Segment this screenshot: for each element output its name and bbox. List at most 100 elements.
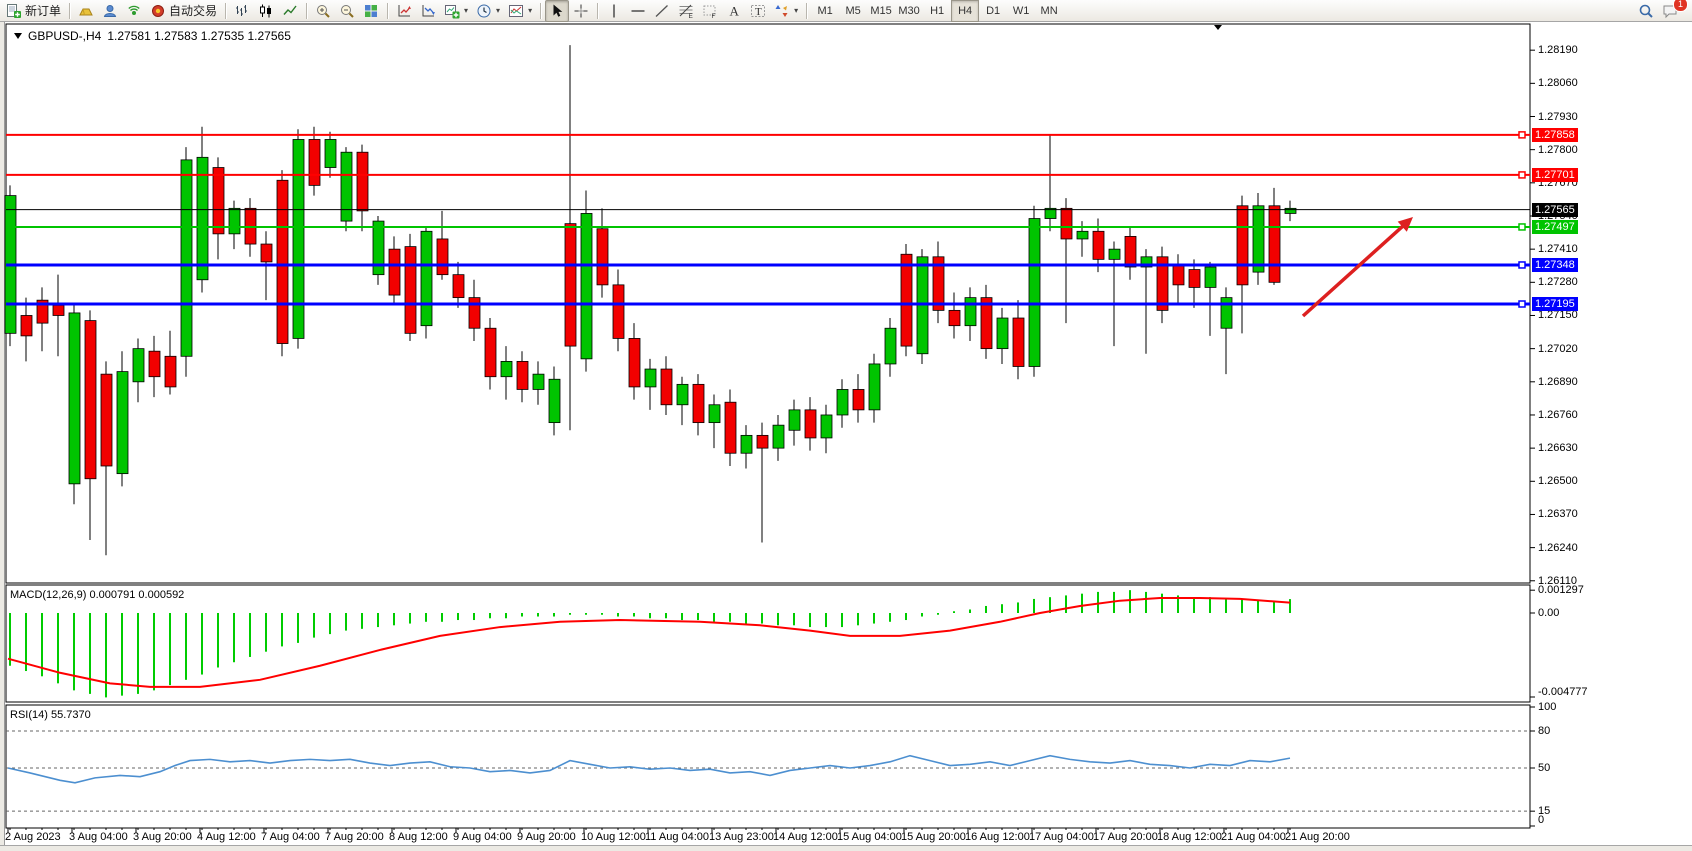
price-tick-label: 1.28190 <box>1538 44 1578 56</box>
price-badge-1.27348: 1.27348 <box>1532 258 1578 272</box>
rsi-name: RSI(14) <box>10 709 48 721</box>
svg-text:F: F <box>712 13 716 19</box>
chart-canvas[interactable] <box>0 0 1692 851</box>
svg-text:E: E <box>689 13 694 19</box>
template-icon <box>508 3 524 19</box>
toolbar-separator <box>597 3 598 19</box>
hline-icon <box>630 3 646 19</box>
new-chart-button[interactable]: ▾ <box>440 0 472 22</box>
svg-text:A: A <box>730 3 740 18</box>
toolbar-separator <box>306 3 307 19</box>
timeframe-m5-button[interactable]: M5 <box>839 0 867 22</box>
dropdown-caret-icon[interactable]: ▾ <box>496 6 500 15</box>
price-tick-label: 1.27150 <box>1538 309 1578 321</box>
search-icon <box>1638 3 1654 19</box>
price-tick-label: 1.27020 <box>1538 343 1578 355</box>
arrows-tool-button[interactable]: ▾ <box>770 0 802 22</box>
gold-button[interactable] <box>74 0 98 22</box>
community-icon <box>102 3 118 19</box>
label-tool-button[interactable]: T <box>746 0 770 22</box>
date-label: 2 Aug 2023 <box>5 831 61 843</box>
rsi-panel <box>6 705 1530 828</box>
line-chart-button[interactable] <box>278 0 302 22</box>
price-badge-1.27858: 1.27858 <box>1532 128 1578 142</box>
price-tick-label: 1.28060 <box>1538 77 1578 89</box>
gold-icon <box>78 3 94 19</box>
shapes-icon <box>774 3 790 19</box>
date-label: 13 Aug 23:00 <box>709 831 774 843</box>
date-label: 9 Aug 04:00 <box>453 831 512 843</box>
timeframe-mn-button[interactable]: MN <box>1035 0 1063 22</box>
timeframe-w1-button[interactable]: W1 <box>1007 0 1035 22</box>
date-label: 3 Aug 04:00 <box>69 831 128 843</box>
signal-button[interactable] <box>122 0 146 22</box>
rsi-label: RSI(14) 55.7370 <box>10 709 91 721</box>
rsi-tick-label: 0 <box>1538 814 1544 826</box>
dropdown-caret-icon[interactable]: ▾ <box>528 6 532 15</box>
price-tick-label: 1.26500 <box>1538 475 1578 487</box>
toolbar-separator <box>69 3 70 19</box>
price-badge-1.27195: 1.27195 <box>1532 297 1578 311</box>
timeframe-m1-button[interactable]: M1 <box>811 0 839 22</box>
price-badge-1.27497: 1.27497 <box>1532 220 1578 234</box>
indicator-list-button[interactable] <box>392 0 416 22</box>
vline-icon <box>606 3 622 19</box>
crosshair-button[interactable] <box>569 0 593 22</box>
new-order-button[interactable]: 新订单 <box>2 0 65 22</box>
chart-symbol: GBPUSD-,H4 <box>28 29 101 43</box>
autotrade-button[interactable]: 自动交易 <box>146 0 221 22</box>
candle-chart-button[interactable] <box>254 0 278 22</box>
price-tick-label: 1.26630 <box>1538 442 1578 454</box>
dropdown-caret-icon[interactable]: ▾ <box>464 6 468 15</box>
fibo-icon: E <box>678 3 694 19</box>
text-a-icon: A <box>726 3 742 19</box>
add-chart-icon <box>444 3 460 19</box>
hline-tool-button[interactable] <box>626 0 650 22</box>
macd-tick-label: -0.004777 <box>1538 686 1588 698</box>
zoom-in-button[interactable] <box>311 0 335 22</box>
trendline-tool-button[interactable] <box>650 0 674 22</box>
date-label: 3 Aug 20:00 <box>133 831 192 843</box>
toolbar-separator <box>387 3 388 19</box>
rsi-tick-label: 80 <box>1538 725 1550 737</box>
tile-windows-button[interactable] <box>359 0 383 22</box>
timeframe-d1-button[interactable]: D1 <box>979 0 1007 22</box>
community-button[interactable] <box>98 0 122 22</box>
date-label: 7 Aug 04:00 <box>261 831 320 843</box>
date-label: 17 Aug 04:00 <box>1029 831 1094 843</box>
price-badge-1.27565: 1.27565 <box>1532 203 1578 217</box>
date-label: 21 Aug 20:00 <box>1285 831 1350 843</box>
new-order-button-label: 新订单 <box>25 2 61 19</box>
crosshair-icon <box>573 3 589 19</box>
timeframe-m15-button[interactable]: M15 <box>867 0 895 22</box>
toolbar-separator <box>806 3 807 19</box>
macd-name: MACD(12,26,9) <box>10 589 86 601</box>
notifications-button[interactable]: 1 <box>1658 0 1682 22</box>
text-tool-button[interactable]: A <box>722 0 746 22</box>
autotrade-button-label: 自动交易 <box>169 2 217 19</box>
date-label: 11 Aug 04:00 <box>645 831 709 843</box>
bar-chart-button[interactable] <box>230 0 254 22</box>
vline-tool-button[interactable] <box>602 0 626 22</box>
cursor-icon <box>549 3 565 19</box>
price-tick-label: 1.26370 <box>1538 508 1578 520</box>
zoom-out-button[interactable] <box>335 0 359 22</box>
timeframe-h1-button[interactable]: H1 <box>923 0 951 22</box>
timeframe-m30-button[interactable]: M30 <box>895 0 923 22</box>
template-button[interactable]: ▾ <box>504 0 536 22</box>
dropdown-caret-icon[interactable]: ▾ <box>794 6 798 15</box>
channel-tool-button[interactable]: F <box>698 0 722 22</box>
window-bottom-edge <box>0 845 1692 851</box>
price-tick-label: 1.27410 <box>1538 243 1578 255</box>
symbol-dropdown-icon[interactable] <box>14 33 22 39</box>
indicator-add-button[interactable] <box>416 0 440 22</box>
period-button[interactable]: ▾ <box>472 0 504 22</box>
price-tick-label: 1.27800 <box>1538 144 1578 156</box>
price-tick-label: 1.27280 <box>1538 276 1578 288</box>
macd-label: MACD(12,26,9) 0.000791 0.000592 <box>10 589 184 601</box>
price-badge-1.27701: 1.27701 <box>1532 168 1578 182</box>
search-button[interactable] <box>1634 0 1658 22</box>
fibonacci-tool-button[interactable]: E <box>674 0 698 22</box>
timeframe-h4-button[interactable]: H4 <box>951 0 979 22</box>
cursor-button[interactable] <box>545 0 569 22</box>
